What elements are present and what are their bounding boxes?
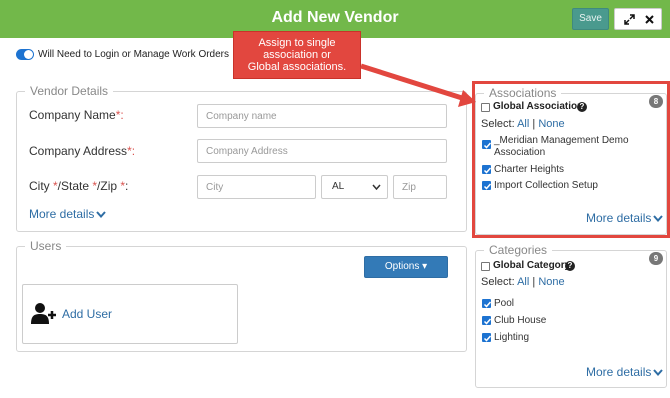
callout-line: Assign to single xyxy=(258,37,336,49)
categories-more-details-link[interactable]: More details xyxy=(586,365,664,379)
global-category-checkbox[interactable] xyxy=(481,262,490,271)
chevron-down-icon xyxy=(653,369,664,377)
global-category-label: Global Category xyxy=(493,260,571,271)
vendor-more-details-link[interactable]: More details xyxy=(29,207,107,221)
company-name-input[interactable] xyxy=(197,104,447,128)
city-input[interactable] xyxy=(197,175,316,199)
categories-count-badge: 9 xyxy=(649,252,663,265)
highlight-frame xyxy=(472,81,670,238)
callout-line: association or xyxy=(263,49,331,61)
help-icon[interactable]: ? xyxy=(565,261,575,271)
select-none-link[interactable]: None xyxy=(538,276,564,288)
categories-more-details-label: More details xyxy=(586,365,652,379)
select-all-link[interactable]: All xyxy=(517,276,529,288)
category-checkbox[interactable] xyxy=(482,333,492,342)
callout-line: Global associations. xyxy=(247,61,347,73)
city-state-zip-label: City */State */Zip *: xyxy=(29,179,129,193)
category-checkbox[interactable] xyxy=(482,316,492,325)
checkmark-icon xyxy=(483,301,492,308)
chevron-down-icon xyxy=(96,211,107,219)
categories-select-row: Select: All | None xyxy=(481,276,565,288)
close-icon[interactable] xyxy=(644,14,655,25)
category-item-label: Club House xyxy=(494,315,547,326)
state-select[interactable]: AL xyxy=(321,175,388,199)
options-label: Options xyxy=(384,261,420,272)
state-select-value: AL xyxy=(332,181,345,192)
zip-input[interactable] xyxy=(393,175,447,199)
separator: | xyxy=(532,276,536,288)
window-controls xyxy=(614,8,662,30)
vendor-more-details-label: More details xyxy=(29,207,95,221)
company-address-input[interactable] xyxy=(197,139,447,163)
category-checkbox[interactable] xyxy=(482,299,492,308)
add-user-label: Add User xyxy=(62,307,113,321)
categories-legend: Categories xyxy=(489,243,548,257)
options-dropdown-button[interactable]: Options ▾ xyxy=(364,256,448,278)
expand-icon[interactable] xyxy=(624,14,635,25)
login-toggle-label: Will Need to Login or Manage Work Orders xyxy=(38,49,230,60)
add-user-card[interactable]: Add User xyxy=(22,284,238,344)
annotation-callout: Assign to single association or Global a… xyxy=(233,31,361,79)
caret-down-icon: ▾ xyxy=(422,261,428,272)
vendor-details-legend: Vendor Details xyxy=(30,84,109,98)
login-toggle-switch[interactable] xyxy=(16,49,34,60)
company-address-label: Company Address*: xyxy=(29,144,136,158)
add-user-icon xyxy=(31,303,56,324)
select-label: Select: xyxy=(481,276,515,288)
save-button[interactable]: Save xyxy=(572,8,609,30)
users-legend: Users xyxy=(30,239,62,253)
category-item-label: Lighting xyxy=(494,332,530,343)
checkmark-icon xyxy=(483,318,492,325)
category-item-label: Pool xyxy=(494,298,515,309)
chevron-down-icon xyxy=(372,184,381,190)
checkmark-icon xyxy=(483,335,492,342)
company-name-label: Company Name*: xyxy=(29,108,124,122)
